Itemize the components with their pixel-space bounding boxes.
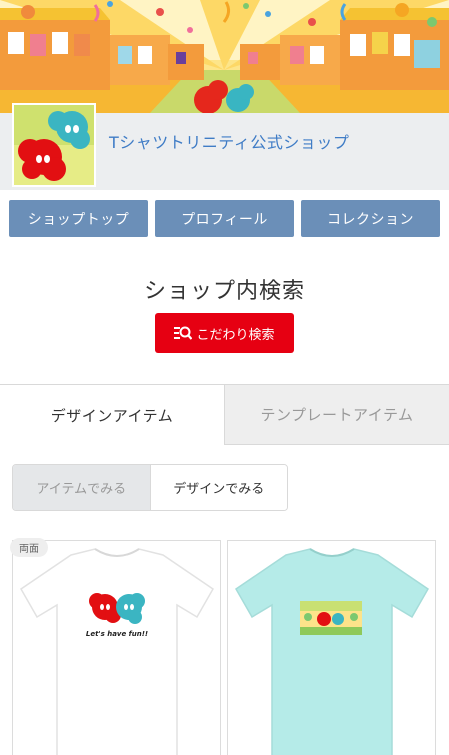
nav-collection-button[interactable]: コレクション [301,200,440,237]
view-toggle: アイテムでみる デザインでみる [12,464,288,511]
tab-design-items[interactable]: デザインアイテム [0,385,224,445]
nav-shop-top-button[interactable]: ショップトップ [9,200,148,237]
product-card[interactable]: Let's have fun!! [12,540,221,755]
tshirt-mint-image [235,548,429,755]
nav-profile-button[interactable]: プロフィール [155,200,294,237]
shop-logo[interactable] [12,103,96,187]
shop-name[interactable]: Tシャツトリニティ公式ショップ [109,129,349,153]
filter-search-icon [174,325,193,341]
view-by-item-button[interactable]: アイテムでみる [13,465,150,510]
tab-template-items[interactable]: テンプレートアイテム [224,385,449,445]
product-card[interactable] [227,540,436,755]
view-by-design-button[interactable]: デザインでみる [149,465,287,510]
shop-nav: ショップトップ プロフィール コレクション [9,200,440,237]
tshirt-white-image: Let's have fun!! [20,548,214,755]
print-text: Let's have fun!! [86,630,148,638]
shop-search-title: ショップ内検索 [143,279,305,304]
double-sided-badge: 両面 [10,538,48,557]
detailed-search-button[interactable]: こだわり検索 [155,313,294,353]
detailed-search-label: こだわり検索 [196,327,275,343]
item-type-tabs: デザインアイテム テンプレートアイテム [0,384,449,445]
shop-banner [0,0,449,113]
